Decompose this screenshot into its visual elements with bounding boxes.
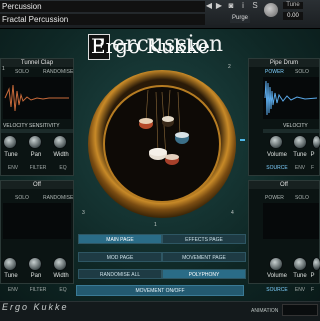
knob-label-pan: Pan [30, 273, 42, 279]
pan-knob-tl[interactable] [29, 136, 41, 148]
instrument-title: P Ergo Kukke ercussion [88, 32, 228, 60]
drum-icon-1 [139, 118, 153, 129]
tune-knob-tl[interactable] [4, 136, 16, 148]
animation-selector[interactable] [282, 304, 318, 316]
drum-icon-4 [149, 148, 167, 160]
drum-icon-5 [165, 154, 179, 165]
instrument-name-field[interactable]: Percussion [0, 1, 205, 12]
next-icon[interactable]: ▶ [215, 2, 223, 10]
subtab-env[interactable]: ENV [2, 165, 24, 171]
tab-randomise[interactable]: RANDOMISE [43, 195, 73, 201]
pan-knob-tr[interactable] [313, 136, 320, 148]
tune-label: Tune [283, 2, 303, 9]
panel-title: Tunnel Clap [1, 59, 73, 67]
subtab-source[interactable]: SOURCE [266, 165, 288, 171]
panel-top-right: Pipe Drum POWER SOLO VELOCITY SENS [248, 58, 320, 176]
mod-page-button[interactable]: MOD PAGE [78, 252, 162, 262]
prev-icon[interactable]: ◀ [205, 2, 213, 10]
randomise-all-button[interactable]: RANDOMISE ALL [78, 269, 162, 279]
tune-value[interactable]: 0.00 [283, 12, 303, 20]
tune-knob-br[interactable] [294, 258, 306, 270]
knob-label-width: Width [53, 273, 69, 279]
preset-name-field[interactable]: Fractal Percussion [0, 14, 205, 25]
knob-label-pan: P [310, 273, 315, 279]
pad-indicator [240, 139, 245, 141]
panel-title: Pipe Drum [249, 59, 319, 67]
knob-label-tune: Tune [4, 273, 18, 279]
subtab-filter[interactable]: F [305, 165, 320, 171]
logo-icon: P Ergo Kukke [88, 34, 210, 60]
volume-knob-br[interactable] [270, 258, 282, 270]
panel-title: Off [1, 181, 73, 189]
subtab-eq[interactable]: EQ [52, 165, 74, 171]
solo-icon[interactable]: S [251, 2, 259, 10]
width-knob-tl[interactable] [54, 136, 66, 148]
center-marker: 1 [154, 222, 157, 228]
subtab-filter[interactable]: FILTER [27, 287, 49, 293]
movement-onoff-button[interactable]: MOVEMENT ON/OFF [76, 285, 244, 296]
panel-title: Off [249, 181, 319, 189]
waveform-display [3, 77, 71, 119]
panel-top-left: Tunnel Clap SOLO RANDOMISE VELOCITY SENS… [0, 58, 74, 176]
knob-label-volume: Volume [266, 152, 287, 158]
velocity-slider[interactable] [263, 129, 319, 133]
drum-icon-2 [162, 116, 174, 127]
info-icon[interactable]: i [239, 2, 247, 10]
velocity-slider[interactable] [1, 129, 73, 133]
tab-randomise[interactable]: RANDOMISE [43, 69, 73, 75]
tab-power[interactable]: POWER [265, 195, 284, 201]
panel-number: 1 [2, 66, 5, 72]
tab-power[interactable]: POWER [265, 69, 284, 75]
knob-label-volume: Volume [266, 273, 287, 279]
tab-solo[interactable]: SOLO [295, 69, 309, 75]
subtab-eq[interactable]: EQ [52, 287, 74, 293]
subtab-env[interactable]: ENV [2, 287, 24, 293]
polyphony-button[interactable]: POLYPHONY [162, 269, 246, 279]
waveform-display [3, 203, 71, 239]
tab-solo[interactable]: SOLO [15, 69, 29, 75]
camera-icon[interactable]: ◙ [227, 2, 235, 10]
main-page-button[interactable]: MAIN PAGE [78, 234, 162, 244]
tune-knob-bl[interactable] [4, 258, 16, 270]
knob-label-width: Width [53, 152, 69, 158]
subtab-source[interactable]: SOURCE [266, 287, 288, 293]
tune-knob-tr[interactable] [294, 136, 306, 148]
pan-knob-bl[interactable] [29, 258, 41, 270]
tune-knob[interactable] [264, 3, 278, 17]
title-text: ercussion [112, 32, 224, 57]
width-knob-bl[interactable] [54, 258, 66, 270]
movement-page-button[interactable]: MOVEMENT PAGE [162, 252, 246, 262]
panel-bottom-right: Off POWER SOLO [248, 180, 320, 284]
waveform-display [263, 203, 319, 239]
waveform-display [263, 77, 319, 119]
volume-knob-tr[interactable] [270, 136, 282, 148]
knob-label-tune: Tune [4, 152, 18, 158]
tab-solo[interactable]: SOLO [295, 195, 309, 201]
tab-solo[interactable]: SOLO [15, 195, 29, 201]
waveform-icon [264, 80, 318, 116]
knob-label-pan: P [310, 152, 315, 158]
waveform-icon [4, 84, 69, 112]
movement-pad[interactable] [86, 68, 238, 220]
effects-page-button[interactable]: EFFECTS PAGE [162, 234, 246, 244]
animation-label: ANIMATION [251, 308, 279, 314]
subtab-filter[interactable]: F [305, 287, 320, 293]
knob-label-pan: Pan [30, 152, 42, 158]
drum-icon-3 [175, 132, 189, 144]
brand-logo: Ergo Kukke [2, 302, 69, 312]
pan-knob-br[interactable] [313, 258, 320, 270]
subtab-filter[interactable]: FILTER [27, 165, 49, 171]
purge-button[interactable]: Purge [230, 14, 250, 23]
gong-frame-icon [88, 70, 236, 218]
panel-number: 3 [82, 210, 85, 216]
